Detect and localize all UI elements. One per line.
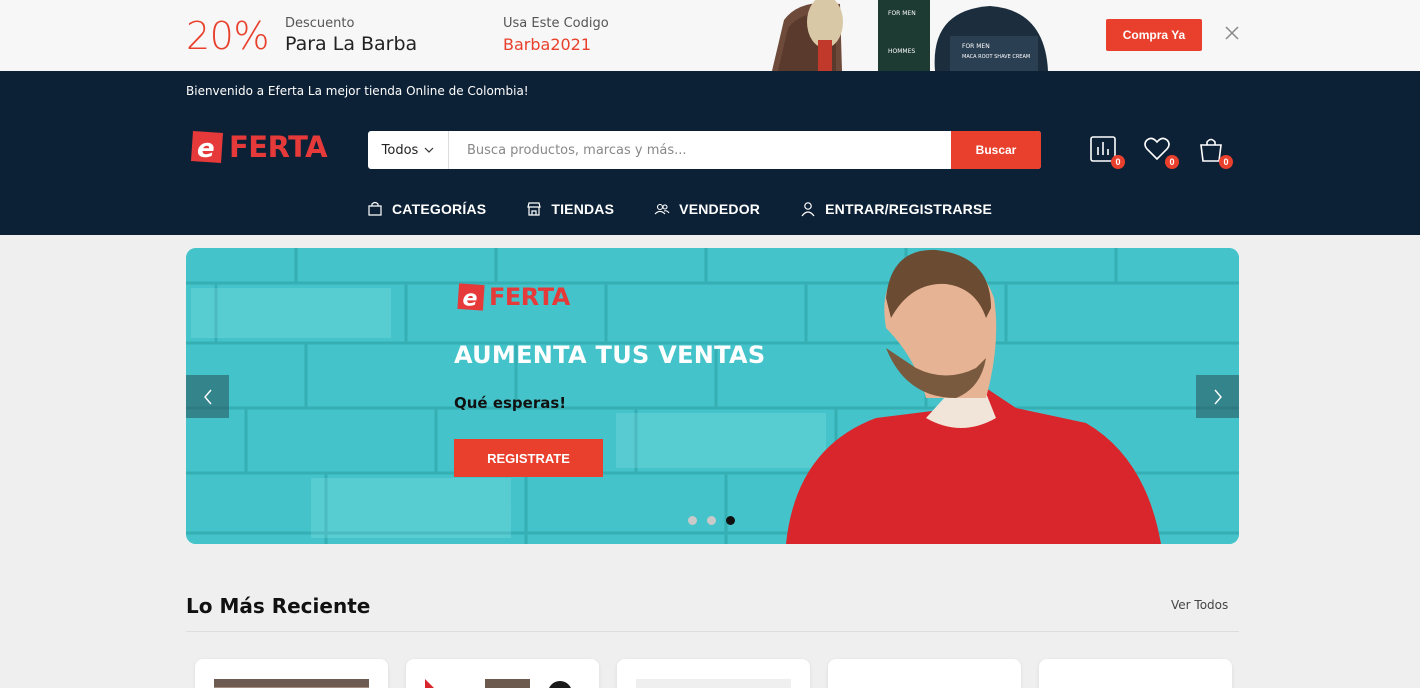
promo-percent: 20% [186, 14, 269, 58]
nav-item-login[interactable]: ENTRAR/REGISTRARSE [800, 201, 992, 217]
promo-discount-label: Descuento [285, 16, 355, 31]
chevron-left-icon [203, 389, 212, 404]
buy-now-button[interactable]: Compra Ya [1106, 19, 1202, 51]
chevron-right-icon [1213, 389, 1222, 404]
slider-dot[interactable] [707, 516, 716, 525]
product-image [425, 679, 580, 688]
site-logo[interactable]: e FERTA [187, 127, 328, 167]
product-jar-label-2: MACA ROOT SHAVE CREAM [962, 54, 1030, 60]
nav-item-categorias[interactable]: CATEGORÍAS [367, 201, 486, 217]
product-jar-label-1: FOR MEN [962, 43, 990, 50]
promo-code-value: Barba2021 [503, 35, 592, 54]
product-card[interactable] [1039, 659, 1232, 688]
search-category-select[interactable]: Todos [368, 131, 449, 169]
site-header: Bienvenido a Eferta La mejor tienda Onli… [0, 71, 1420, 235]
hero-subtitle: Qué esperas! [454, 394, 567, 412]
main-nav: CATEGORÍAS TIENDAS VENDEDOR ENTRAR/REGIS… [367, 201, 1032, 217]
nav-item-vendedor[interactable]: VENDEDOR [654, 201, 760, 217]
product-card[interactable] [195, 659, 388, 688]
section-title: Lo Más Reciente [186, 594, 371, 618]
search-category-label: Todos [381, 142, 419, 158]
compare-count-badge: 0 [1111, 155, 1125, 169]
wishlist-button[interactable]: 0 [1143, 135, 1179, 169]
hero-slider: e FERTA AUMENTA TUS VENTAS Qué esperas! … [186, 248, 1239, 544]
search-bar: Todos Buscar [368, 131, 1041, 169]
promo-code-label: Usa Este Codigo [503, 16, 609, 31]
slider-dot[interactable] [688, 516, 697, 525]
cart-button[interactable]: 0 [1197, 135, 1233, 169]
cart-count-badge: 0 [1219, 155, 1233, 169]
nav-item-label: VENDEDOR [679, 201, 761, 217]
logo-text: FERTA [229, 130, 328, 164]
svg-text:e: e [463, 286, 478, 312]
product-image [214, 679, 369, 688]
logo-e-icon: e [457, 283, 485, 312]
hero-logo: e FERTA [454, 280, 570, 314]
product-tube-label-1: FOR MEN [888, 10, 916, 17]
slider-prev-button[interactable] [186, 375, 229, 418]
svg-text:e: e [197, 134, 215, 164]
user-icon [801, 202, 815, 217]
search-input[interactable] [449, 131, 951, 169]
product-image [847, 679, 1002, 688]
wishlist-count-badge: 0 [1165, 155, 1179, 169]
slider-dots [688, 516, 735, 525]
bag-icon [368, 201, 382, 216]
slider-next-button[interactable] [1196, 375, 1239, 418]
hero-background-image [186, 248, 1239, 544]
hero-title: AUMENTA TUS VENTAS [454, 341, 766, 369]
product-image [1058, 679, 1213, 688]
close-icon[interactable] [1222, 23, 1242, 43]
promo-banner: 20% Descuento Para La Barba Usa Este Cod… [0, 0, 1420, 71]
logo-e-icon: e [191, 131, 223, 164]
promo-discount-title: Para La Barba [285, 33, 418, 55]
product-image [636, 679, 791, 688]
product-tube-label-2: HOMMES [888, 48, 915, 55]
hero-logo-text: FERTA [489, 283, 570, 311]
search-button[interactable]: Buscar [951, 131, 1041, 169]
product-list [195, 659, 1232, 688]
section-divider [186, 631, 1239, 632]
store-icon [527, 202, 542, 216]
beard-products-image: FOR MEN HOMMES FOR MEN MACA ROOT SHAVE C… [770, 0, 1050, 71]
product-card[interactable] [406, 659, 599, 688]
product-card[interactable] [617, 659, 810, 688]
slider-dot-active[interactable] [726, 516, 735, 525]
product-card[interactable] [828, 659, 1021, 688]
nav-item-label: ENTRAR/REGISTRARSE [825, 201, 993, 217]
users-icon [654, 203, 670, 215]
nav-item-tiendas[interactable]: TIENDAS [526, 201, 614, 217]
nav-item-label: TIENDAS [551, 201, 615, 217]
view-all-link[interactable]: Ver Todos [1171, 598, 1228, 612]
nav-item-label: CATEGORÍAS [392, 201, 487, 217]
welcome-message: Bienvenido a Eferta La mejor tienda Onli… [186, 84, 529, 98]
compare-button[interactable]: 0 [1089, 135, 1125, 169]
chevron-down-icon [424, 147, 434, 153]
register-button[interactable]: REGISTRATE [454, 439, 603, 477]
